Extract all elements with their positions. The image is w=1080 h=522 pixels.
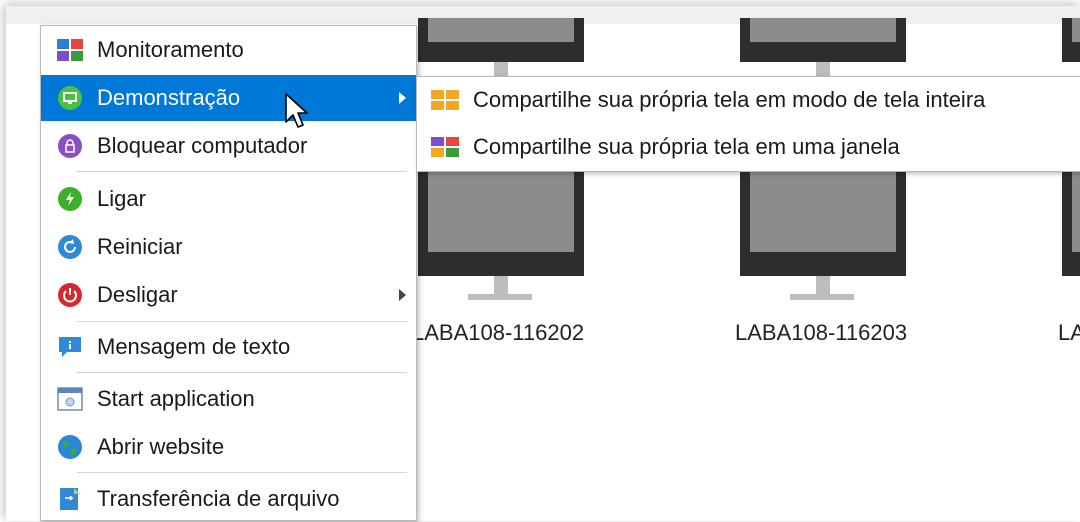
computer-monitor-top-1[interactable] [418, 18, 584, 62]
submenu-arrow-icon [399, 289, 406, 301]
computer-name-label: LA [1058, 320, 1080, 345]
power-off-icon [57, 282, 83, 308]
window-share-icon [431, 137, 459, 157]
menu-item-mensagem-de-texto[interactable]: Mensagem de texto [41, 324, 416, 370]
menu-item-monitoramento[interactable]: Monitoramento [41, 27, 416, 73]
monitor-base [790, 294, 854, 300]
mouse-pointer-icon [284, 92, 310, 137]
menu-item-transferencia-de-arquivo[interactable]: Transferência de arquivo [41, 476, 416, 522]
computer-monitor-partial[interactable] [1062, 168, 1080, 276]
application-icon [57, 386, 83, 412]
lock-icon [57, 133, 83, 159]
computer-name-label: LABA108-116202 [412, 320, 585, 345]
menu-separator [77, 372, 407, 373]
menu-item-desligar[interactable]: Desligar [41, 272, 416, 318]
demonstration-submenu: Compartilhe sua própria tela em modo de … [416, 76, 1080, 172]
monitor-stand [494, 276, 508, 294]
file-transfer-icon [57, 486, 83, 512]
message-icon [57, 334, 83, 360]
computer-name-label: LABA108-116203 [735, 320, 908, 345]
submenu-item-fullscreen-share[interactable]: Compartilhe sua própria tela em modo de … [417, 77, 1080, 123]
restart-icon [57, 234, 83, 260]
menu-item-start-application[interactable]: Start application [41, 376, 416, 422]
menu-item-abrir-website[interactable]: Abrir website [41, 424, 416, 470]
power-on-icon [57, 186, 83, 212]
context-menu: Monitoramento Demonstração Bloquear comp… [40, 25, 417, 521]
globe-icon [57, 434, 83, 460]
menu-separator [77, 472, 407, 473]
monitoring-grid-icon [57, 37, 83, 63]
submenu-arrow-icon [399, 92, 406, 104]
computer-monitor-top-3[interactable] [1062, 18, 1080, 62]
menu-item-demonstracao[interactable]: Demonstração [41, 75, 416, 121]
computer-monitor-laba108-116203[interactable] [740, 168, 906, 276]
demo-icon [57, 85, 83, 111]
monitor-base [468, 294, 532, 300]
computer-monitor-laba108-116202[interactable] [418, 168, 584, 276]
computer-monitor-top-2[interactable] [740, 18, 906, 62]
monitor-stand [816, 276, 830, 294]
menu-item-ligar[interactable]: Ligar [41, 176, 416, 222]
menu-separator [77, 171, 407, 172]
fullscreen-share-icon [431, 90, 459, 110]
menu-item-bloquear-computador[interactable]: Bloquear computador [41, 123, 416, 169]
menu-item-reiniciar[interactable]: Reiniciar [41, 224, 416, 270]
menu-separator [77, 321, 407, 322]
submenu-item-window-share[interactable]: Compartilhe sua própria tela em uma jane… [417, 124, 1080, 170]
